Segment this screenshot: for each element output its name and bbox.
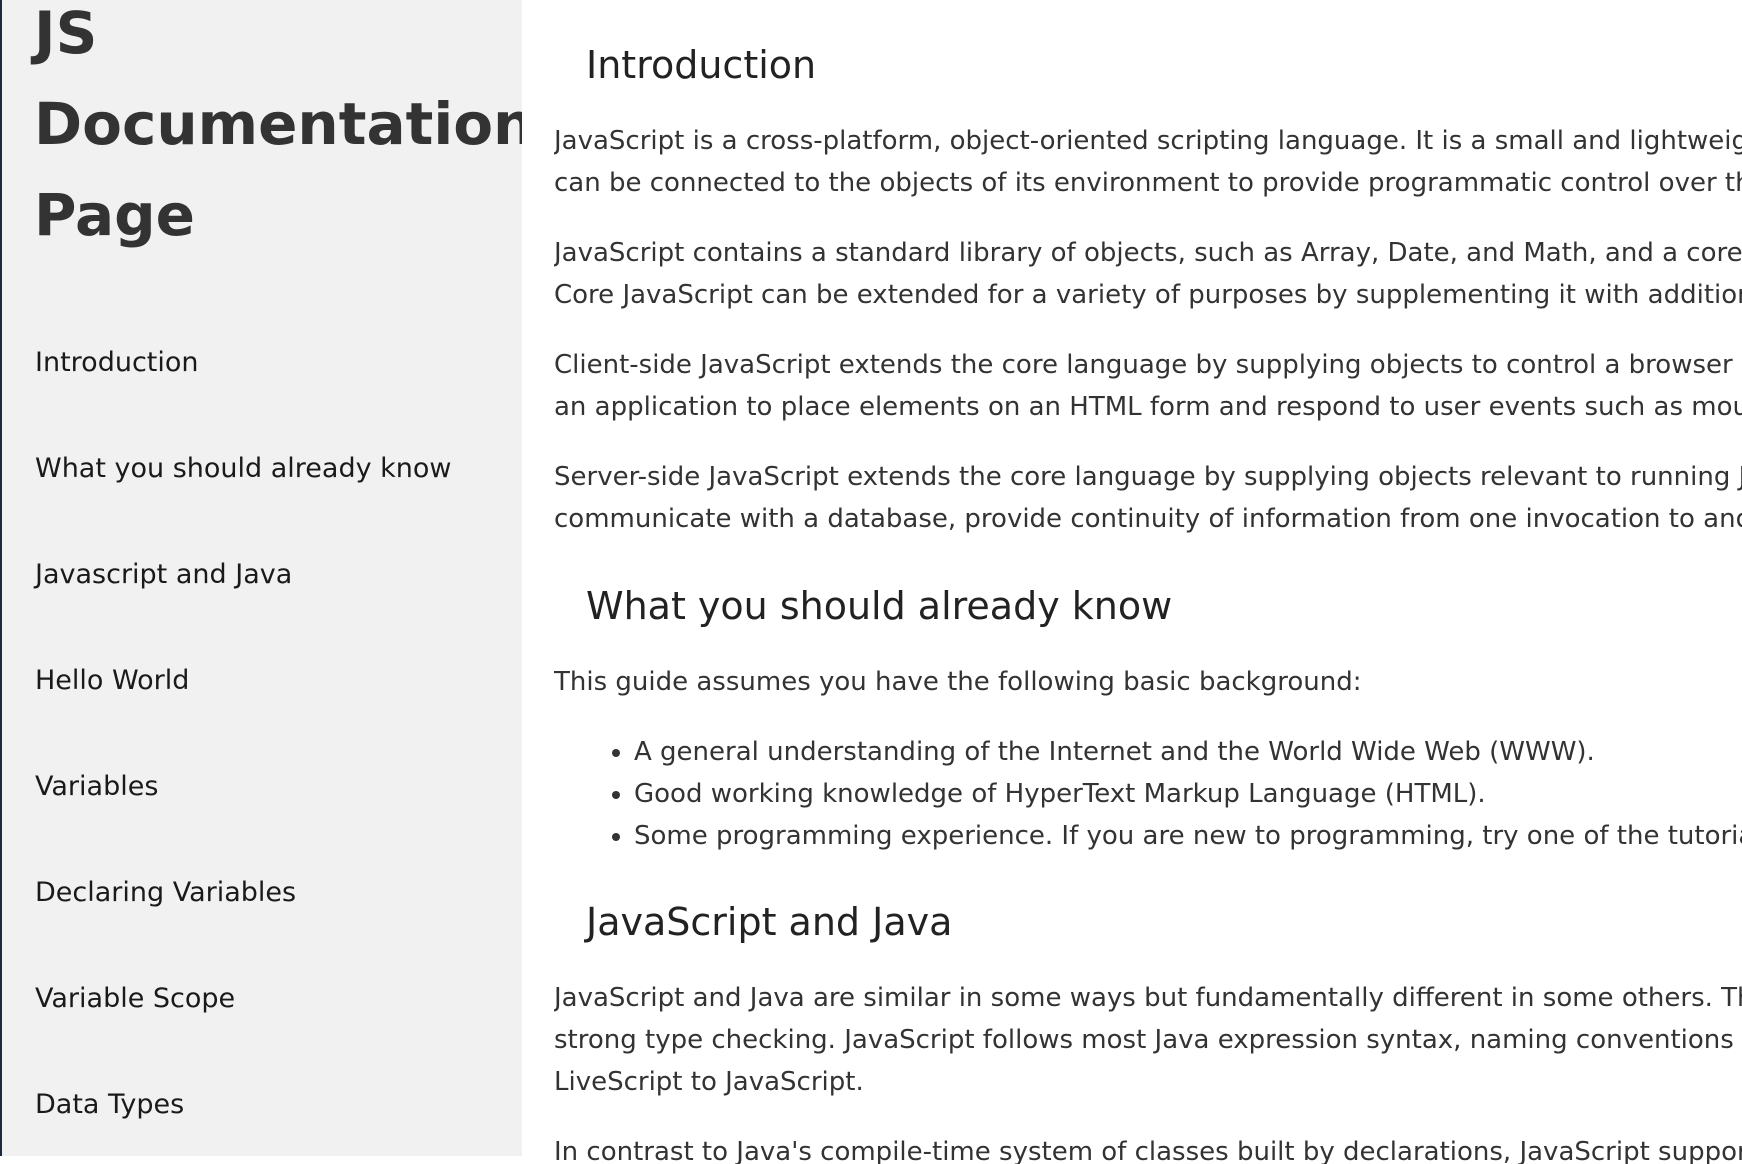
nav-link-javascript-and-java[interactable]: Javascript and Java xyxy=(2,524,522,630)
nav-title: JS Documentation Page xyxy=(34,0,522,249)
section-heading: What you should already know xyxy=(586,584,1173,628)
nav-link-what-you-should-already-know[interactable]: What you should already know xyxy=(2,418,522,524)
paragraph-line: Core JavaScript can be extended for a va… xyxy=(554,280,1742,310)
section-paragraph: JavaScript contains a standard library o… xyxy=(554,232,1742,316)
paragraph-line: Server-side JavaScript extends the core … xyxy=(554,462,1742,492)
main-doc: Introduction JavaScript is a cross-platf… xyxy=(554,0,1742,1164)
nav-item: Hello World xyxy=(2,630,522,736)
section-paragraph: Client-side JavaScript extends the core … xyxy=(554,344,1742,428)
nav-item: What you should already know xyxy=(2,418,522,524)
paragraph-line: JavaScript and Java are similar in some … xyxy=(554,983,1742,1013)
nav-item: Variables xyxy=(2,736,522,842)
paragraph-line: JavaScript contains a standard library o… xyxy=(554,238,1742,268)
nav-link-variables[interactable]: Variables xyxy=(2,736,522,842)
bullet-list: A general understanding of the Internet … xyxy=(554,731,1742,857)
section-paragraph: JavaScript is a cross-platform, object-o… xyxy=(554,120,1742,204)
section-javascript-and-java: JavaScript and Java JavaScript and Java … xyxy=(554,897,1742,1164)
nav-list: Introduction What you should already kno… xyxy=(2,312,522,1156)
section-heading: JavaScript and Java xyxy=(586,900,953,944)
nav-item: Javascript and Java xyxy=(2,524,522,630)
list-item: Some programming experience. If you are … xyxy=(634,815,1742,857)
nav-link-variable-scope[interactable]: Variable Scope xyxy=(2,948,522,1054)
nav-item: Variable Scope xyxy=(2,948,522,1054)
section-heading: Introduction xyxy=(586,43,817,87)
section-introduction: Introduction JavaScript is a cross-platf… xyxy=(554,40,1742,540)
list-item: A general understanding of the Internet … xyxy=(634,731,1742,773)
section-paragraph: In contrast to Java's compile-time syste… xyxy=(554,1137,1742,1164)
section-paragraph: Server-side JavaScript extends the core … xyxy=(554,456,1742,540)
nav-item: Introduction xyxy=(2,312,522,418)
nav-link-introduction[interactable]: Introduction xyxy=(2,312,522,418)
paragraph-line: Client-side JavaScript extends the core … xyxy=(554,350,1742,380)
nav-link-declaring-variables[interactable]: Declaring Variables xyxy=(2,842,522,948)
nav-item: Data Types xyxy=(2,1054,522,1156)
section-paragraph: JavaScript and Java are similar in some … xyxy=(554,977,1742,1103)
section-what-you-should-already-know: What you should already know This guide … xyxy=(554,581,1742,857)
nav-link-data-types[interactable]: Data Types xyxy=(2,1054,522,1156)
list-item: Good working knowledge of HyperText Mark… xyxy=(634,773,1742,815)
paragraph-line: strong type checking. JavaScript follows… xyxy=(554,1025,1742,1055)
paragraph-line: can be connected to the objects of its e… xyxy=(554,168,1742,198)
paragraph-line: communicate with a database, provide con… xyxy=(554,504,1742,534)
nav-link-hello-world[interactable]: Hello World xyxy=(2,630,522,736)
nav-item: Declaring Variables xyxy=(2,842,522,948)
section-paragraph: This guide assumes you have the followin… xyxy=(554,667,1362,697)
paragraph-line: JavaScript is a cross-platform, object-o… xyxy=(554,126,1742,156)
paragraph-line: LiveScript to JavaScript. xyxy=(554,1067,864,1097)
navbar: JS Documentation Page Introduction What … xyxy=(0,0,522,1156)
paragraph-line: an application to place elements on an H… xyxy=(554,392,1742,422)
